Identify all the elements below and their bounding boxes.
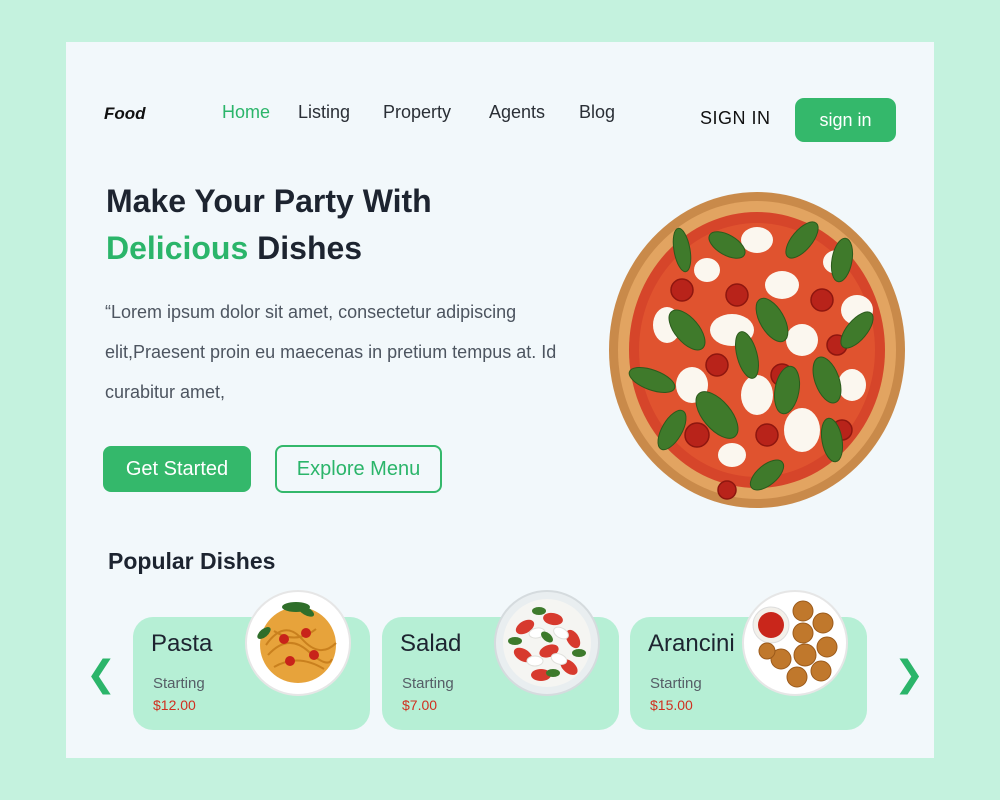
nav-item-listing[interactable]: Listing — [298, 102, 350, 123]
get-started-button[interactable]: Get Started — [103, 446, 251, 492]
nav-item-property[interactable]: Property — [383, 102, 451, 123]
dish-name: Arancini — [648, 630, 735, 657]
signin-button[interactable]: sign in — [795, 98, 896, 142]
pizza-image — [609, 192, 905, 508]
pasta-image — [245, 590, 351, 696]
headline-line1: Make Your Party With — [106, 183, 432, 219]
arancini-image — [742, 590, 848, 696]
nav-item-agents[interactable]: Agents — [489, 102, 545, 123]
nav-item-home[interactable]: Home — [222, 102, 270, 123]
dish-card-salad[interactable]: Salad Starting $7.00 — [382, 590, 619, 730]
dish-starting-label: Starting — [402, 675, 454, 692]
hero-lead-text: “Lorem ipsum dolor sit amet, consectetur… — [105, 302, 557, 402]
nav-item-blog[interactable]: Blog — [579, 102, 615, 123]
dish-name: Salad — [400, 630, 462, 657]
headline-accent: Delicious — [106, 230, 249, 266]
main-card: Food Home Listing Property Agents Blog S… — [66, 42, 934, 758]
brand-logo[interactable]: Food — [104, 104, 146, 124]
dish-name: Pasta — [151, 630, 213, 657]
dish-card-arancini[interactable]: Arancini Starting $15.00 — [630, 590, 867, 730]
signin-link[interactable]: SIGN IN — [700, 108, 771, 129]
hero-headline: Make Your Party With Delicious Dishes — [106, 178, 432, 272]
dish-starting-label: Starting — [153, 675, 205, 692]
dish-price: $7.00 — [402, 697, 438, 713]
chevron-left-icon[interactable]: ❮ — [86, 654, 116, 695]
headline-rest: Dishes — [248, 230, 363, 266]
dish-card-pasta[interactable]: Pasta Starting $12.00 — [133, 590, 370, 730]
salad-image — [494, 590, 600, 696]
dish-price: $15.00 — [650, 697, 693, 713]
explore-menu-button[interactable]: Explore Menu — [275, 445, 442, 493]
popular-dishes-title: Popular Dishes — [108, 548, 276, 574]
dish-price: $12.00 — [153, 697, 196, 713]
chevron-right-icon[interactable]: ❯ — [894, 654, 924, 695]
dish-starting-label: Starting — [650, 675, 702, 692]
